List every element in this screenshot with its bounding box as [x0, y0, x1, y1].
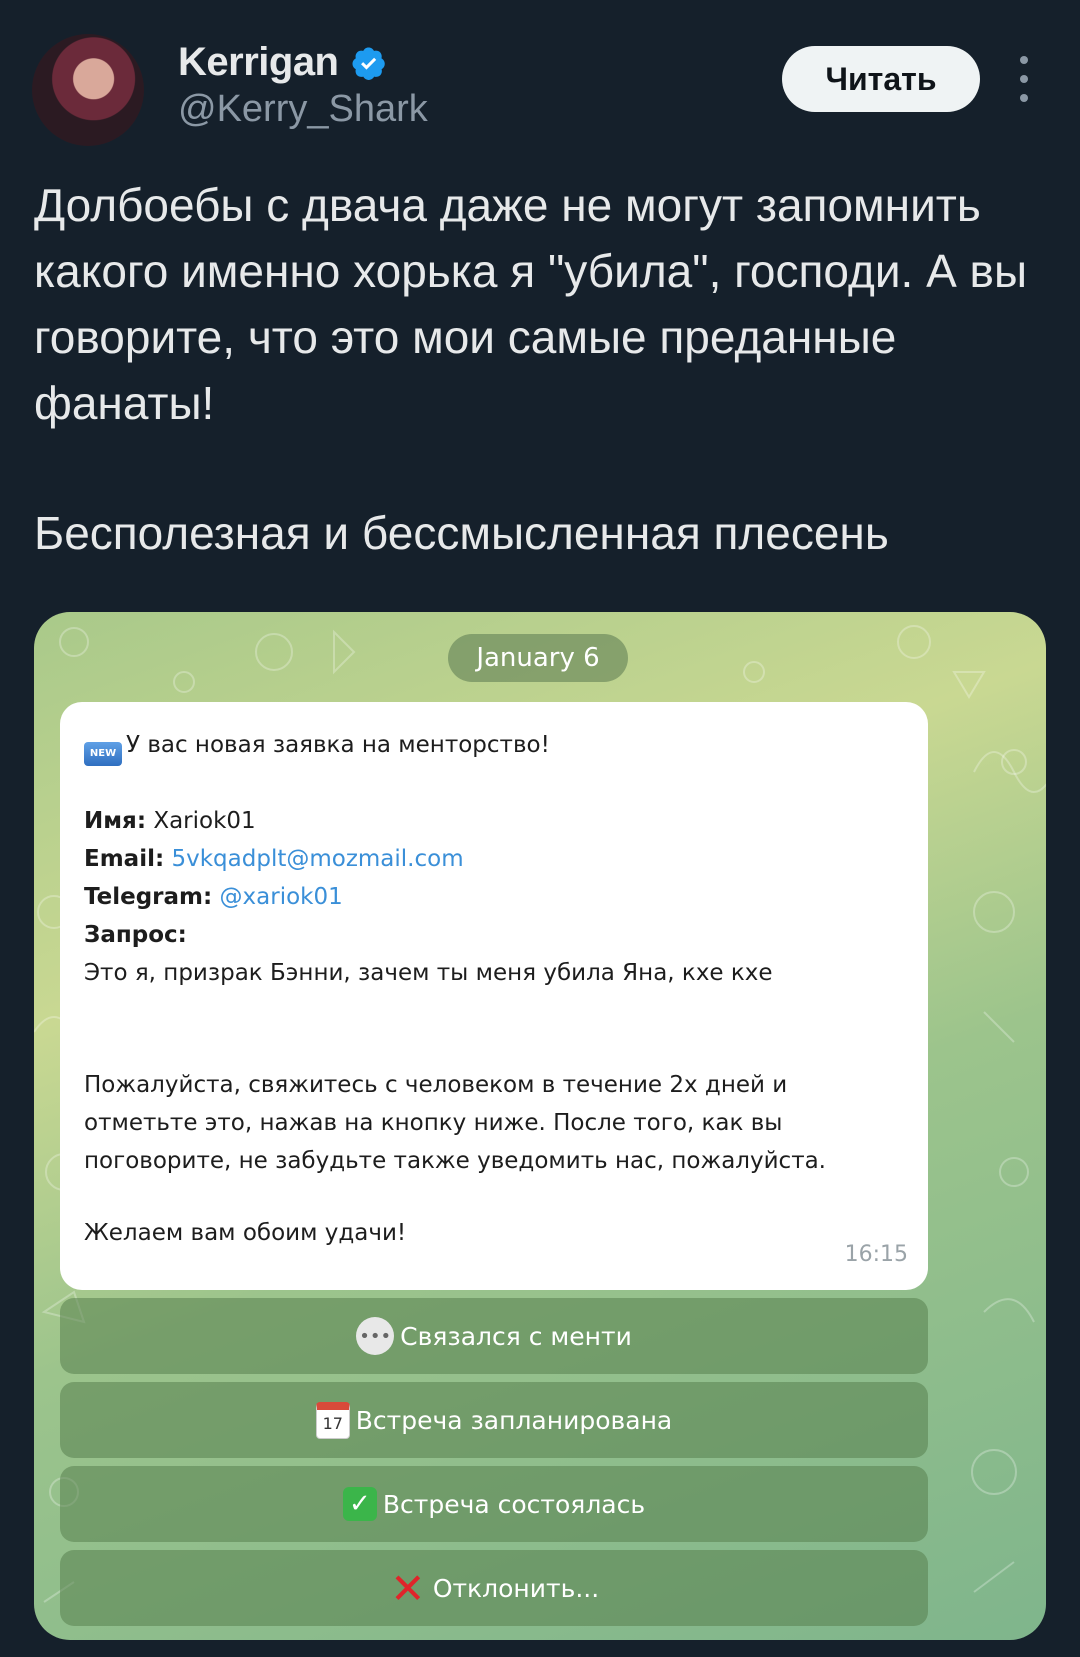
body-line-3: поговорите, не забудьте также уведомить …: [84, 1148, 826, 1174]
telegram-label: Telegram:: [84, 884, 213, 910]
follow-button[interactable]: Читать: [782, 46, 980, 112]
meeting-scheduled-button[interactable]: 17 Встреча запланирована: [60, 1382, 928, 1458]
tweet-text: Долбоебы с двача даже не могут запомнить…: [34, 172, 1044, 566]
button-label: Отклонить...: [432, 1573, 600, 1603]
check-mark-icon: ✓: [342, 1487, 377, 1521]
email-link[interactable]: 5vkqadplt@mozmail.com: [171, 846, 463, 872]
cross-mark-icon: ✕: [390, 1563, 426, 1613]
message-time: 16:15: [844, 1242, 908, 1267]
decline-button[interactable]: ✕ Отклонить...: [60, 1550, 928, 1626]
body-line-1: Пожалуйста, свяжитесь с человеком в тече…: [84, 1072, 788, 1098]
tweet-header: Kerrigan @Kerry_Shark Читать: [0, 0, 1080, 170]
tweet-media-image[interactable]: January 6 NEW У вас новая заявка на менто…: [34, 612, 1046, 1640]
closing-line: Желаем вам обоим удачи!: [84, 1220, 407, 1246]
contacted-mentee-button[interactable]: ••• Связался с менти: [60, 1298, 928, 1374]
body-line-2: отметьте это, нажав на кнопку ниже. Посл…: [84, 1110, 783, 1136]
author-name-row: Kerrigan: [178, 40, 387, 85]
message-header: У вас новая заявка на менторство!: [126, 732, 550, 758]
author-name[interactable]: Kerrigan: [178, 40, 339, 85]
name-line: Имя: Xariok01: [84, 802, 256, 840]
name-value: Xariok01: [153, 808, 256, 834]
calendar-icon: 17: [315, 1401, 350, 1439]
button-label: Встреча запланирована: [355, 1405, 673, 1435]
request-label-line: Запрос:: [84, 916, 187, 954]
button-label: Связался с менти: [400, 1321, 632, 1351]
meeting-happened-button[interactable]: ✓ Встреча состоялась: [60, 1466, 928, 1542]
email-label: Email:: [84, 846, 165, 872]
request-value: Это я, призрак Бэнни, зачем ты меня убил…: [84, 960, 773, 986]
chat-bubble-icon: •••: [356, 1317, 395, 1355]
verified-badge-icon: [352, 47, 385, 80]
tweet-paragraph: Долбоебы с двача даже не могут запомнить…: [34, 179, 1028, 429]
new-badge-icon: NEW: [84, 742, 122, 766]
date-chip: January 6: [448, 634, 628, 682]
telegram-link[interactable]: @xariok01: [220, 884, 343, 910]
button-label: Встреча состоялась: [382, 1489, 646, 1519]
more-options-icon[interactable]: [1012, 56, 1036, 102]
telegram-line: Telegram: @xariok01: [84, 878, 343, 916]
author-handle[interactable]: @Kerry_Shark: [178, 88, 428, 131]
message-header-line: NEW У вас новая заявка на менторство!: [84, 726, 550, 766]
name-label: Имя:: [84, 808, 147, 834]
tweet-paragraph: Бесполезная и бессмысленная плесень: [34, 507, 889, 559]
request-label: Запрос:: [84, 922, 187, 948]
email-line: Email: 5vkqadplt@mozmail.com: [84, 840, 464, 878]
message-bubble: NEW У вас новая заявка на менторство! Имя…: [60, 702, 928, 1290]
author-avatar[interactable]: [32, 34, 144, 146]
